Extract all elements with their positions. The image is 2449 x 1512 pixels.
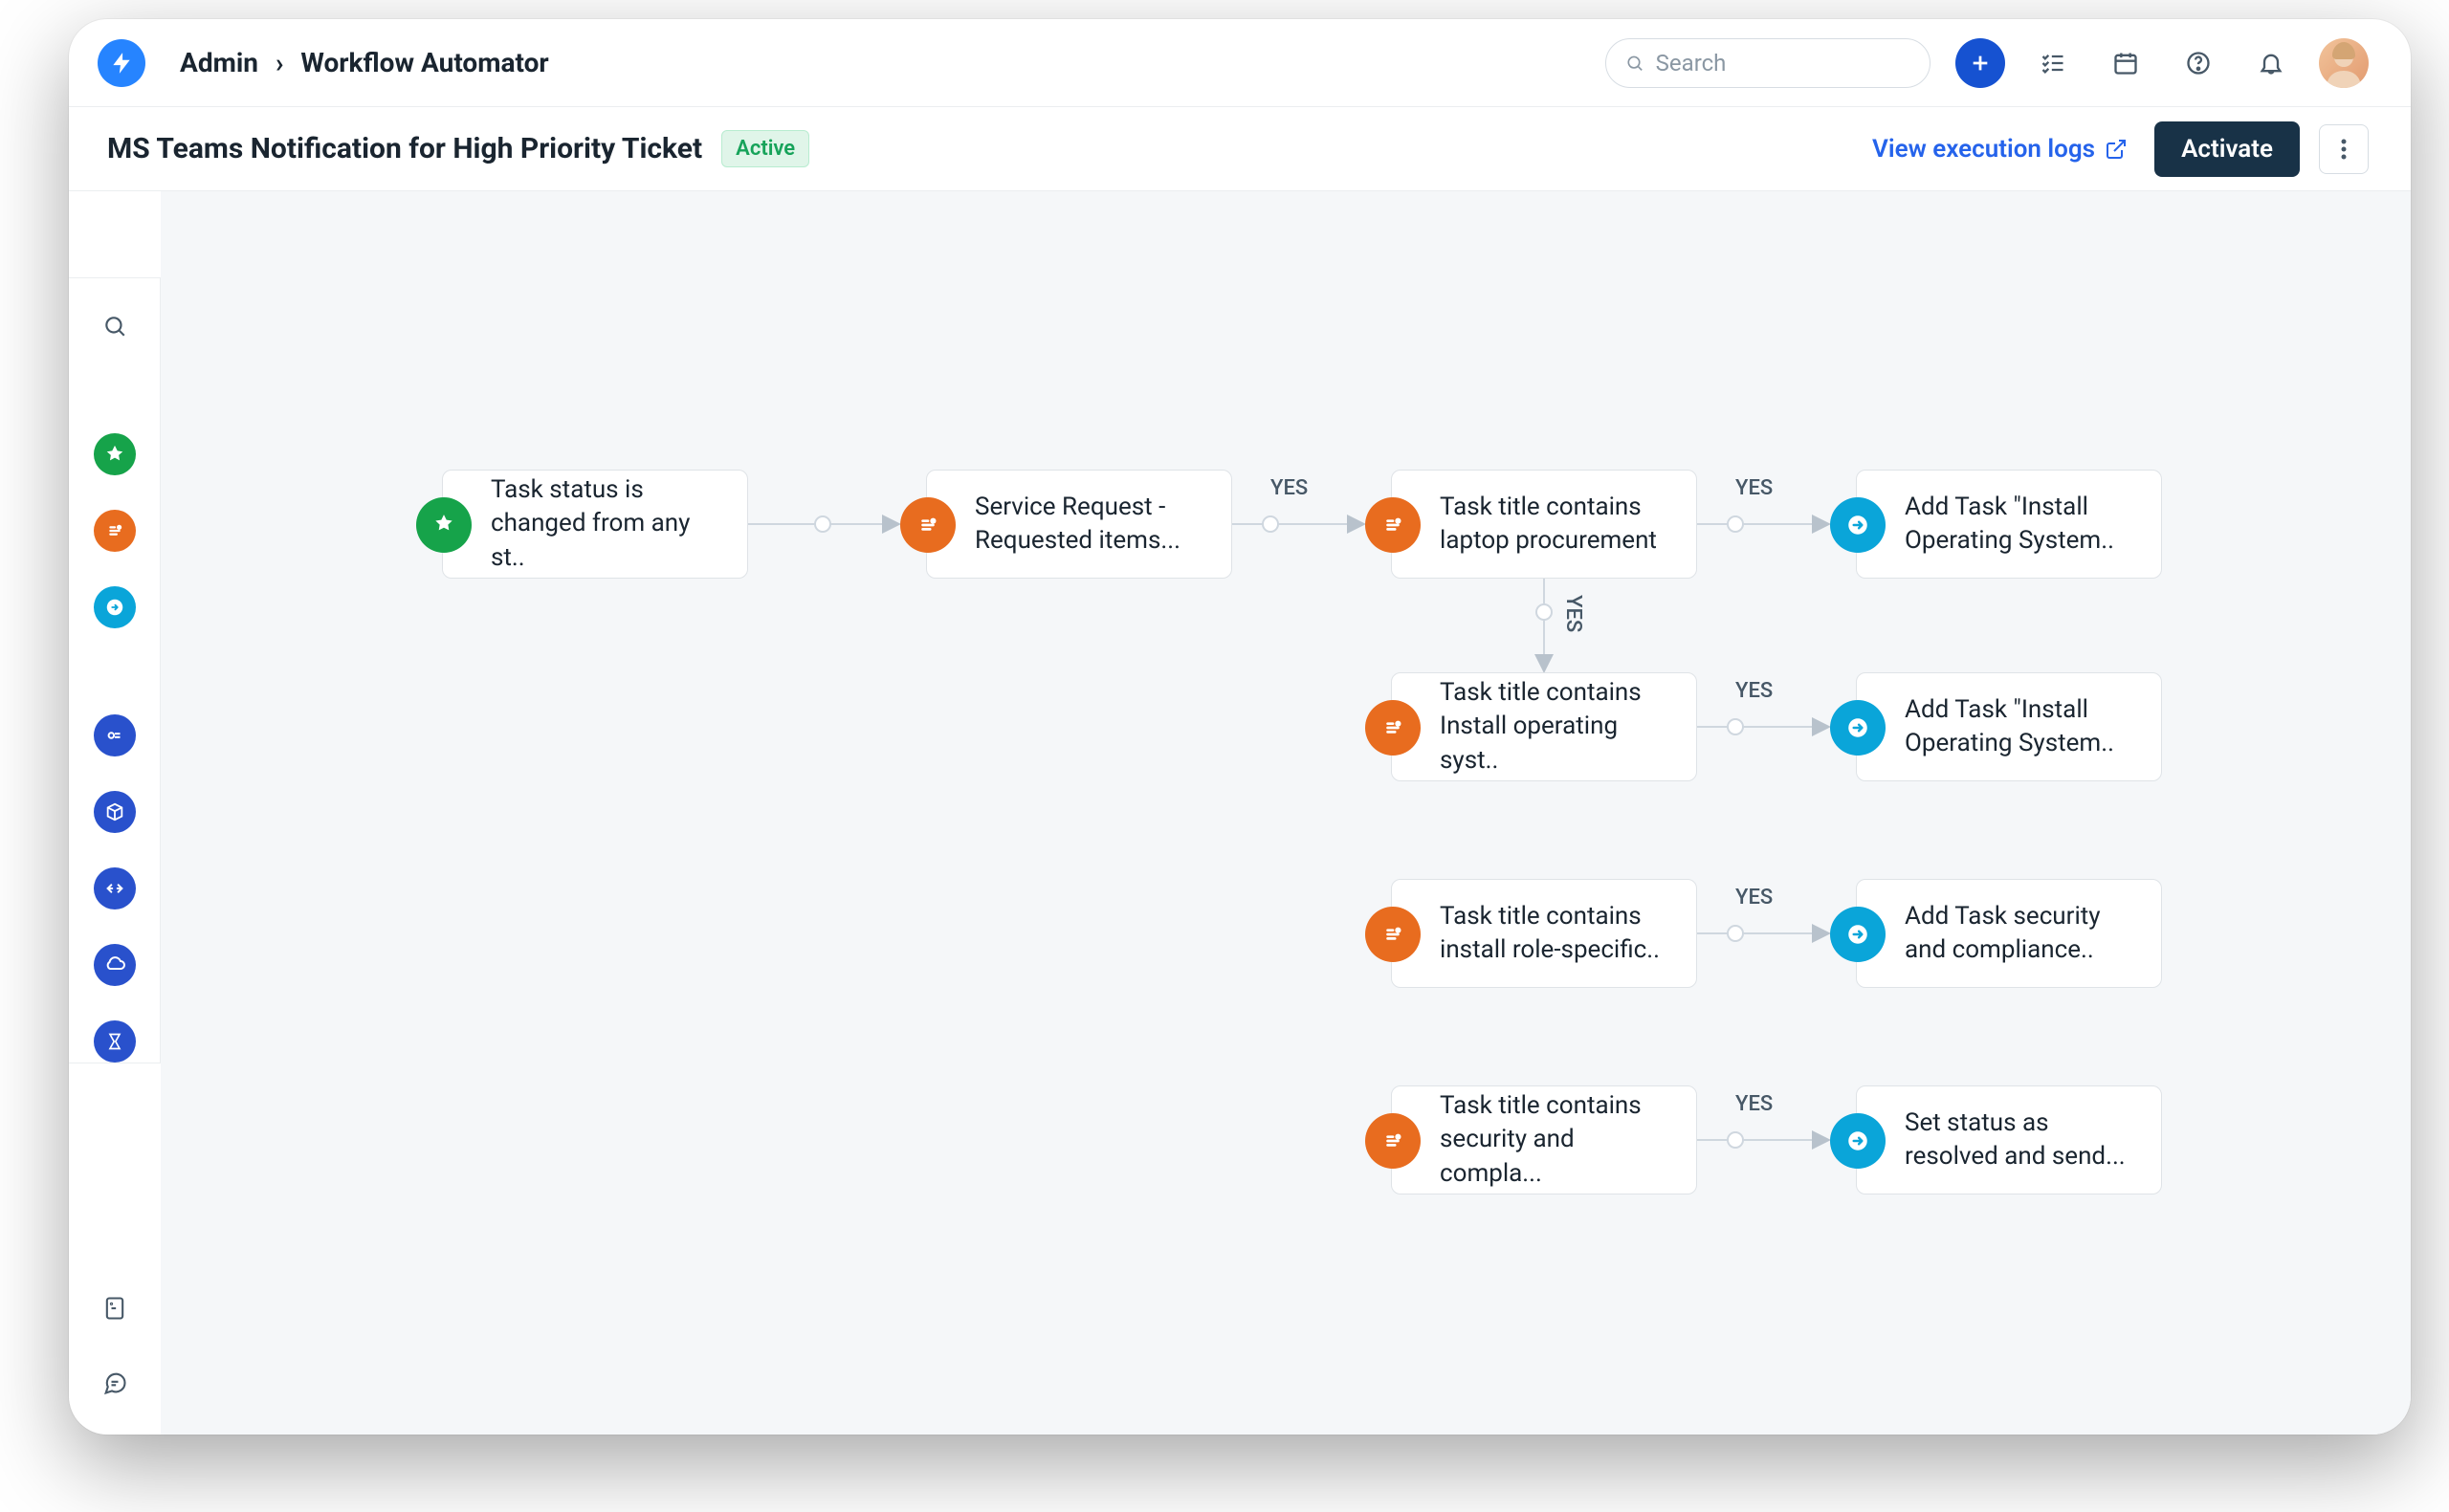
yes-label: YES [1735, 476, 1773, 500]
node-trigger[interactable]: Task status is changed from any st.. [442, 470, 748, 579]
node-label: Set status as resolved and send... [1905, 1107, 2140, 1173]
condition-icon [1365, 907, 1421, 962]
workflow-canvas[interactable]: YES YES YES YES YES YES Task status is c… [161, 191, 2411, 1435]
node-condition-role-specific[interactable]: Task title contains install role-specifi… [1391, 879, 1697, 988]
condition-icon [900, 497, 956, 553]
node-action-security-compliance[interactable]: Add Task security and compliance.. [1856, 879, 2162, 988]
tasks-icon[interactable] [2028, 38, 2078, 88]
tool-notes[interactable] [94, 1287, 136, 1329]
tool-trigger[interactable] [94, 433, 136, 475]
subheader: MS Teams Notification for High Priority … [69, 107, 2411, 191]
breadcrumb-admin[interactable]: Admin [180, 47, 258, 78]
view-execution-logs-link[interactable]: View execution logs [1872, 135, 2128, 164]
yes-label: YES [1270, 476, 1308, 500]
node-label: Task status is changed from any st.. [491, 473, 726, 574]
tool-package[interactable] [94, 791, 136, 833]
node-action-resolve-send[interactable]: Set status as resolved and send... [1856, 1085, 2162, 1194]
search-input[interactable] [1656, 50, 1910, 77]
tool-cloud[interactable] [94, 944, 136, 986]
action-icon [1830, 497, 1886, 553]
view-logs-label: View execution logs [1872, 135, 2095, 164]
node-label: Add Task "Install Operating System.. [1905, 491, 2140, 558]
tool-condition[interactable] [94, 510, 136, 552]
status-badge: Active [721, 130, 809, 167]
more-actions-button[interactable] [2319, 124, 2369, 174]
tool-chat[interactable] [94, 1362, 136, 1404]
external-link-icon [2105, 138, 2128, 161]
condition-icon [1365, 700, 1421, 756]
action-icon [1830, 1113, 1886, 1169]
node-label: Task title contains security and compla.… [1440, 1089, 1675, 1190]
side-toolbar [69, 277, 161, 1063]
node-label: Service Request - Requested items... [975, 491, 1210, 558]
topbar-actions [1955, 38, 2369, 88]
tool-form[interactable] [94, 714, 136, 756]
tool-timer[interactable] [94, 1020, 136, 1063]
calendar-icon[interactable] [2101, 38, 2151, 88]
new-button[interactable] [1955, 38, 2005, 88]
tool-action[interactable] [94, 586, 136, 628]
node-condition-service-request[interactable]: Service Request - Requested items... [926, 470, 1232, 579]
app-window: Admin › Workflow Automator [69, 19, 2411, 1435]
activate-button[interactable]: Activate [2154, 121, 2300, 177]
node-condition-install-os[interactable]: Task title contains Install operating sy… [1391, 672, 1697, 781]
condition-icon [1365, 1113, 1421, 1169]
page-title: MS Teams Notification for High Priority … [107, 132, 702, 165]
condition-icon [1365, 497, 1421, 553]
bell-icon[interactable] [2246, 38, 2296, 88]
node-condition-laptop-procurement[interactable]: Task title contains laptop procurement [1391, 470, 1697, 579]
node-label: Task title contains Install operating sy… [1440, 676, 1675, 777]
node-label: Add Task "Install Operating System.. [1905, 693, 2140, 760]
yes-label: YES [1735, 1092, 1773, 1116]
node-label: Task title contains laptop procurement [1440, 491, 1675, 558]
action-icon [1830, 700, 1886, 756]
node-action-install-os-1[interactable]: Add Task "Install Operating System.. [1856, 470, 2162, 579]
side-toolbar-footer [69, 1287, 161, 1435]
topbar: Admin › Workflow Automator [69, 19, 2411, 107]
chevron-right-icon: › [276, 47, 283, 78]
action-icon [1830, 907, 1886, 962]
help-icon[interactable] [2173, 38, 2223, 88]
node-label: Task title contains install role-specifi… [1440, 900, 1675, 967]
node-label: Add Task security and compliance.. [1905, 900, 2140, 967]
breadcrumb-workflow-automator[interactable]: Workflow Automator [300, 47, 548, 78]
search-icon [1625, 53, 1644, 74]
tool-split[interactable] [94, 867, 136, 909]
tool-search[interactable] [94, 305, 136, 347]
search-input-wrap[interactable] [1605, 38, 1931, 88]
yes-label: YES [1735, 886, 1773, 909]
user-avatar[interactable] [2319, 38, 2369, 88]
node-action-install-os-2[interactable]: Add Task "Install Operating System.. [1856, 672, 2162, 781]
connectors [161, 191, 2411, 1435]
trigger-icon [416, 497, 472, 553]
breadcrumb: Admin › Workflow Automator [180, 47, 549, 78]
yes-label: YES [1735, 679, 1773, 703]
yes-label: YES [1561, 595, 1585, 632]
app-logo[interactable] [98, 39, 145, 87]
node-condition-security-compliance[interactable]: Task title contains security and compla.… [1391, 1085, 1697, 1194]
